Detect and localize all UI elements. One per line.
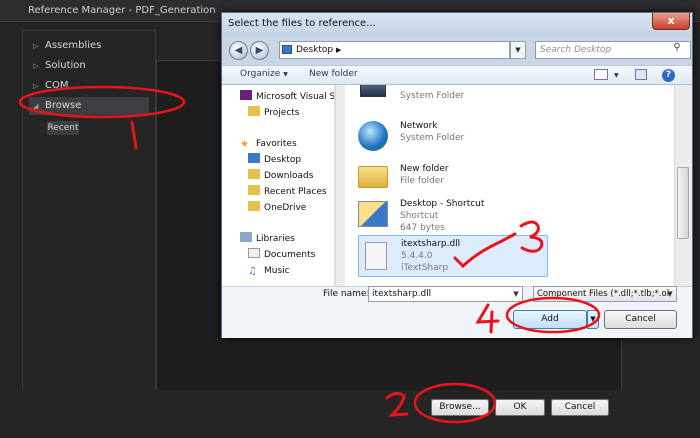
help-icon[interactable]: ? bbox=[662, 69, 675, 82]
computer-icon bbox=[360, 85, 386, 97]
new-folder-button[interactable]: New folder bbox=[309, 69, 358, 79]
file-name-input[interactable]: itextsharp.dll bbox=[368, 286, 523, 302]
dialog-title: Select the files to reference... bbox=[222, 13, 692, 37]
reference-manager-footer: Browse... OK Cancel bbox=[0, 390, 700, 420]
address-bar[interactable]: Desktop ▶ bbox=[279, 41, 510, 59]
desktop-icon bbox=[282, 45, 292, 54]
forward-arrow-icon[interactable]: ▶ bbox=[250, 41, 269, 60]
nav-item-music[interactable]: ♫ Music bbox=[248, 263, 334, 279]
nav-item-libraries[interactable]: Libraries bbox=[240, 231, 334, 247]
tree-item-solution[interactable]: ▷ Solution bbox=[33, 57, 153, 75]
file-list: System Folder Network System Folder New … bbox=[346, 85, 674, 286]
rm-cancel-button[interactable]: Cancel bbox=[551, 399, 609, 416]
dll-icon bbox=[365, 242, 387, 270]
dialog-toolbar: Organize ▼ New folder ▼ ? bbox=[222, 65, 692, 85]
view-options-icon[interactable] bbox=[594, 69, 608, 80]
tree-item-browse[interactable]: ◢ Browse bbox=[29, 97, 149, 115]
ok-button[interactable]: OK bbox=[495, 399, 545, 416]
nav-item-onedrive[interactable]: OneDrive bbox=[248, 200, 334, 216]
file-type-select[interactable]: Component Files (*.dll;*.tlb;*.ol bbox=[533, 286, 677, 302]
add-split-dropdown-icon[interactable]: ▼ bbox=[587, 310, 599, 329]
shortcut-icon bbox=[358, 201, 388, 227]
reference-manager-tree: ▷ Assemblies ▷ Solution ▷ COM ◢ Browse bbox=[22, 30, 156, 420]
tree-item-com[interactable]: ▷ COM bbox=[33, 77, 153, 95]
collapse-arrow-icon: ◢ bbox=[33, 102, 39, 110]
file-type-dropdown-icon[interactable]: ▼ bbox=[664, 287, 676, 301]
expand-arrow-icon: ▷ bbox=[33, 62, 39, 70]
chevron-down-icon[interactable]: ▼ bbox=[614, 72, 619, 79]
file-item-computer[interactable]: System Folder bbox=[356, 85, 546, 113]
nav-item-downloads[interactable]: Downloads bbox=[248, 168, 334, 184]
tree-item-assemblies[interactable]: ▷ Assemblies bbox=[33, 37, 153, 55]
music-icon: ♫ bbox=[248, 266, 257, 277]
file-item-new-folder[interactable]: New folder File folder bbox=[356, 160, 546, 196]
folder-icon bbox=[248, 201, 260, 211]
back-arrow-icon[interactable]: ◀ bbox=[229, 41, 248, 60]
search-icon[interactable]: ⚲ bbox=[669, 42, 685, 58]
address-bar-label: Desktop bbox=[296, 45, 334, 55]
navigation-pane: Microsoft Visual St Projects ★ Favorites … bbox=[222, 85, 335, 286]
select-files-dialog: Select the files to reference... x ◀ ▶ D… bbox=[221, 12, 693, 338]
preview-pane-icon[interactable] bbox=[635, 69, 647, 80]
address-dropdown-icon[interactable]: ▼ bbox=[510, 41, 526, 59]
desktop-icon bbox=[248, 153, 260, 163]
organize-menu[interactable]: Organize ▼ bbox=[240, 69, 288, 79]
close-button[interactable]: x bbox=[652, 13, 690, 30]
folder-icon bbox=[248, 169, 260, 179]
tree-item-recent[interactable]: Recent bbox=[47, 121, 79, 135]
library-icon bbox=[240, 232, 252, 242]
navigation-scrollbar[interactable] bbox=[335, 85, 345, 286]
file-name-label: File name: bbox=[323, 289, 370, 299]
file-name-dropdown-icon[interactable]: ▼ bbox=[510, 287, 522, 301]
chevron-down-icon: ▼ bbox=[283, 71, 288, 78]
document-icon bbox=[248, 248, 260, 258]
nav-item-desktop[interactable]: Desktop bbox=[248, 152, 334, 168]
breadcrumb-arrow-icon: ▶ bbox=[336, 46, 342, 54]
cancel-button[interactable]: Cancel bbox=[604, 310, 677, 329]
search-input[interactable]: Search Desktop bbox=[535, 41, 691, 59]
folder-icon bbox=[248, 185, 260, 195]
star-icon: ★ bbox=[240, 139, 249, 150]
nav-item-favorites[interactable]: ★ Favorites bbox=[240, 136, 334, 152]
folder-icon bbox=[358, 166, 388, 188]
add-button[interactable]: Add bbox=[513, 310, 587, 329]
nav-item-documents[interactable]: Documents bbox=[248, 247, 334, 263]
file-item-itextsharp-dll[interactable]: itextsharp.dll 5.4.4.0 iTextSharp bbox=[358, 235, 548, 277]
folder-icon bbox=[248, 106, 260, 116]
browse-button[interactable]: Browse... bbox=[431, 399, 489, 416]
nav-item-projects[interactable]: Projects bbox=[248, 105, 334, 121]
expand-arrow-icon: ▷ bbox=[33, 42, 39, 50]
nav-item-visual-studio[interactable]: Microsoft Visual St bbox=[240, 89, 334, 105]
scrollbar-thumb[interactable] bbox=[677, 167, 689, 239]
dialog-body: Microsoft Visual St Projects ★ Favorites … bbox=[222, 85, 692, 286]
vs-icon bbox=[240, 90, 252, 100]
expand-arrow-icon: ▷ bbox=[33, 82, 39, 90]
network-icon bbox=[358, 121, 388, 151]
file-item-network[interactable]: Network System Folder bbox=[356, 119, 546, 155]
file-item-desktop-shortcut[interactable]: Desktop - Shortcut Shortcut 647 bytes bbox=[356, 197, 546, 233]
nav-item-recent-places[interactable]: Recent Places bbox=[248, 184, 334, 200]
